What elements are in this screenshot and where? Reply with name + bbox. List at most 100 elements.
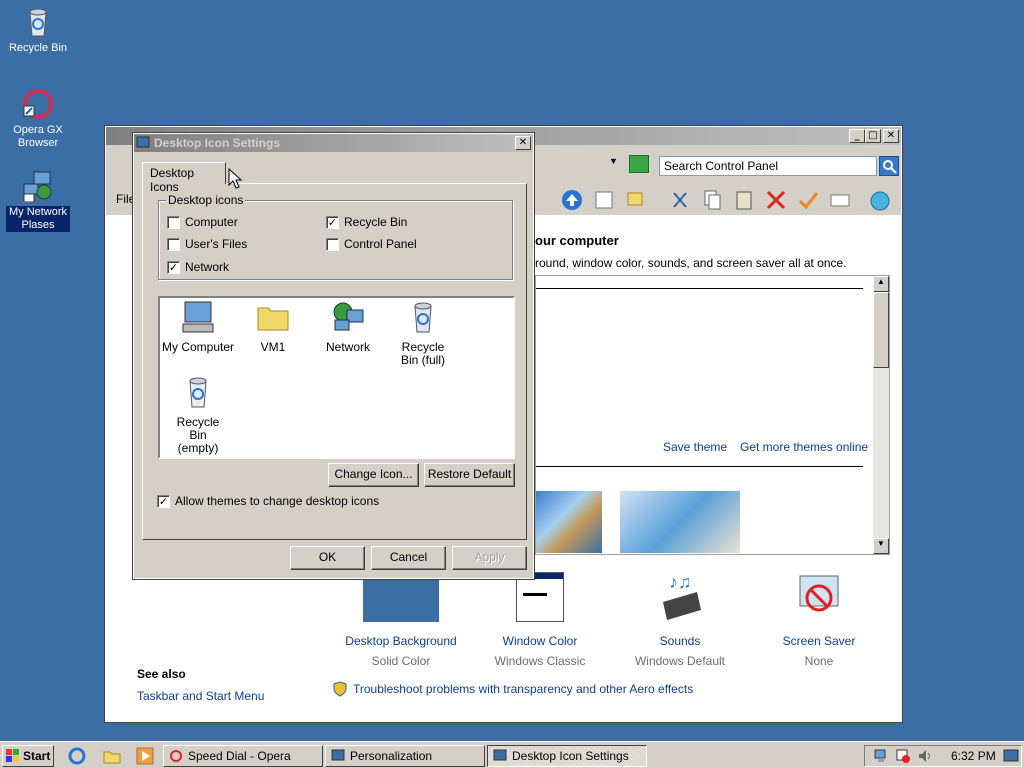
explorer-icon[interactable] bbox=[103, 747, 121, 765]
checkbox-label: Allow themes to change desktop icons bbox=[175, 494, 380, 508]
sounds-icon: ♪♫ bbox=[663, 572, 701, 620]
refresh-icon[interactable] bbox=[629, 155, 649, 173]
network-icon bbox=[333, 302, 364, 331]
checkbox-users-files[interactable]: User's Files bbox=[167, 237, 247, 251]
folders-icon[interactable] bbox=[593, 189, 615, 211]
task-label: Speed Dial - Opera bbox=[188, 749, 291, 763]
desktop-icon-label: Opera GX Browser bbox=[13, 124, 63, 149]
tab-desktop-icons[interactable]: Desktop Icons bbox=[142, 162, 226, 194]
recycle-bin-full-icon bbox=[414, 302, 432, 333]
theme-thumbnail[interactable] bbox=[536, 491, 602, 553]
item-value: Solid Color bbox=[371, 654, 431, 668]
list-item-my-computer[interactable]: My Computer bbox=[158, 300, 238, 354]
desktop-background-icon bbox=[363, 576, 439, 622]
apply-button[interactable]: Apply bbox=[452, 546, 527, 570]
checkbox-box bbox=[167, 215, 180, 229]
security-tray-icon[interactable] bbox=[895, 748, 911, 764]
window-color-icon bbox=[516, 572, 564, 622]
checkbox-computer[interactable]: Computer bbox=[167, 215, 238, 229]
views-icon[interactable] bbox=[626, 189, 648, 211]
media-player-icon[interactable] bbox=[136, 747, 154, 765]
svg-text:♪♫: ♪♫ bbox=[669, 572, 692, 592]
shell-icon[interactable] bbox=[869, 189, 891, 211]
scrollbar[interactable]: ▲ ▼ bbox=[873, 276, 889, 554]
list-item-recycle-bin-full[interactable]: Recycle Bin (full) bbox=[383, 300, 463, 367]
folder-icon bbox=[257, 307, 289, 331]
task-desktop-icon-settings[interactable]: Desktop Icon Settings bbox=[487, 745, 647, 767]
checkbox-box: ✓ bbox=[326, 215, 339, 229]
checkbox-label: Computer bbox=[185, 215, 238, 229]
cancel-button[interactable]: Cancel bbox=[371, 546, 446, 570]
control-panel-icon bbox=[331, 749, 345, 761]
item-label: Network bbox=[325, 340, 370, 354]
task-speed-dial-opera[interactable]: Speed Dial - Opera bbox=[163, 745, 323, 767]
allow-themes-checkbox[interactable]: ✓ Allow themes to change desktop icons bbox=[157, 494, 379, 508]
list-item-recycle-bin-empty[interactable]: Recycle Bin (empty) bbox=[158, 375, 238, 455]
computer-icon bbox=[182, 301, 214, 333]
page-description: round, window color, sounds, and screen … bbox=[535, 256, 847, 270]
desktop-icons-group: Desktop icons Computer ✓ Recycle Bin User… bbox=[158, 193, 513, 280]
dropdown-arrow-icon[interactable]: ▼ bbox=[609, 156, 618, 166]
item-label: Recycle Bin (full) bbox=[400, 340, 445, 367]
checkbox-box bbox=[167, 237, 180, 251]
themes-panel: Save theme Get more themes online ▲ ▼ bbox=[535, 275, 890, 555]
group-title: Desktop icons bbox=[166, 193, 246, 207]
desktop-icon-recycle-bin[interactable]: Recycle Bin bbox=[0, 6, 76, 55]
desktop-icon-opera-gx[interactable]: Opera GX Browser bbox=[0, 88, 76, 150]
item-desktop-background[interactable]: Desktop Background Solid Color bbox=[331, 572, 471, 668]
volume-tray-icon[interactable] bbox=[917, 748, 933, 764]
see-also-heading: See also bbox=[137, 667, 186, 681]
save-theme-link[interactable]: Save theme bbox=[663, 440, 727, 454]
dialog-title: Desktop Icon Settings bbox=[154, 136, 281, 150]
change-icon-button[interactable]: Change Icon... bbox=[328, 463, 419, 487]
restore-default-button[interactable]: Restore Default bbox=[424, 463, 515, 487]
paste-icon[interactable] bbox=[733, 189, 755, 211]
up-arrow-icon[interactable] bbox=[561, 189, 583, 211]
item-screen-saver[interactable]: Screen Saver None bbox=[749, 572, 889, 668]
cut-icon[interactable] bbox=[669, 189, 691, 211]
maximize-button[interactable]: □ bbox=[865, 129, 881, 143]
item-sounds[interactable]: ♪♫ Sounds Windows Default bbox=[610, 572, 750, 668]
close-button[interactable]: ✕ bbox=[883, 129, 899, 143]
show-desktop-icon[interactable] bbox=[1003, 748, 1019, 764]
search-input[interactable]: Search Control Panel bbox=[659, 156, 877, 176]
theme-thumbnail[interactable] bbox=[620, 491, 740, 553]
copy-icon[interactable] bbox=[701, 189, 723, 211]
checkbox-box bbox=[326, 237, 339, 251]
checkbox-recycle-bin[interactable]: ✓ Recycle Bin bbox=[326, 215, 407, 229]
item-label: Sounds bbox=[659, 634, 701, 648]
network-tray-icon[interactable] bbox=[873, 748, 889, 764]
checkbox-control-panel[interactable]: Control Panel bbox=[326, 237, 417, 251]
taskbar-start-menu-link[interactable]: Taskbar and Start Menu bbox=[137, 689, 264, 703]
opera-gx-icon bbox=[22, 88, 54, 120]
get-more-themes-link[interactable]: Get more themes online bbox=[740, 440, 868, 454]
troubleshoot-row[interactable]: Troubleshoot problems with transparency … bbox=[332, 681, 693, 697]
delete-icon[interactable] bbox=[765, 189, 787, 211]
dialog-close-button[interactable]: ✕ bbox=[515, 136, 531, 150]
task-personalization[interactable]: Personalization bbox=[325, 745, 485, 767]
start-button[interactable]: Start bbox=[2, 745, 54, 767]
icon-list: My Computer VM1 Network Recycle Bin (ful… bbox=[158, 296, 515, 459]
item-window-color[interactable]: Window Color Windows Classic bbox=[470, 572, 610, 668]
windows-logo-icon bbox=[6, 749, 19, 762]
item-label: Recycle Bin (empty) bbox=[176, 415, 220, 455]
item-label: VM1 bbox=[260, 340, 286, 354]
checkbox-label: Recycle Bin bbox=[344, 215, 408, 229]
task-label: Desktop Icon Settings bbox=[512, 749, 629, 763]
list-item-vm1[interactable]: VM1 bbox=[233, 300, 313, 354]
search-button[interactable] bbox=[879, 156, 899, 176]
properties-icon[interactable] bbox=[797, 189, 819, 211]
checkbox-network[interactable]: ✓ Network bbox=[167, 260, 229, 274]
dialog-icon bbox=[136, 136, 150, 148]
clock[interactable]: 6:32 PM bbox=[951, 749, 996, 763]
desktop-icon-network[interactable]: My Network Plases bbox=[0, 170, 76, 232]
recycle-bin-icon bbox=[22, 6, 54, 38]
checkbox-box: ✓ bbox=[157, 494, 170, 508]
internet-explorer-icon[interactable] bbox=[68, 747, 86, 765]
opera-icon bbox=[170, 750, 182, 762]
mail-icon[interactable] bbox=[829, 189, 851, 211]
minimize-button[interactable]: _ bbox=[849, 129, 865, 143]
list-item-network[interactable]: Network bbox=[308, 300, 388, 354]
system-tray: 6:32 PM bbox=[864, 745, 1022, 767]
ok-button[interactable]: OK bbox=[290, 546, 365, 570]
